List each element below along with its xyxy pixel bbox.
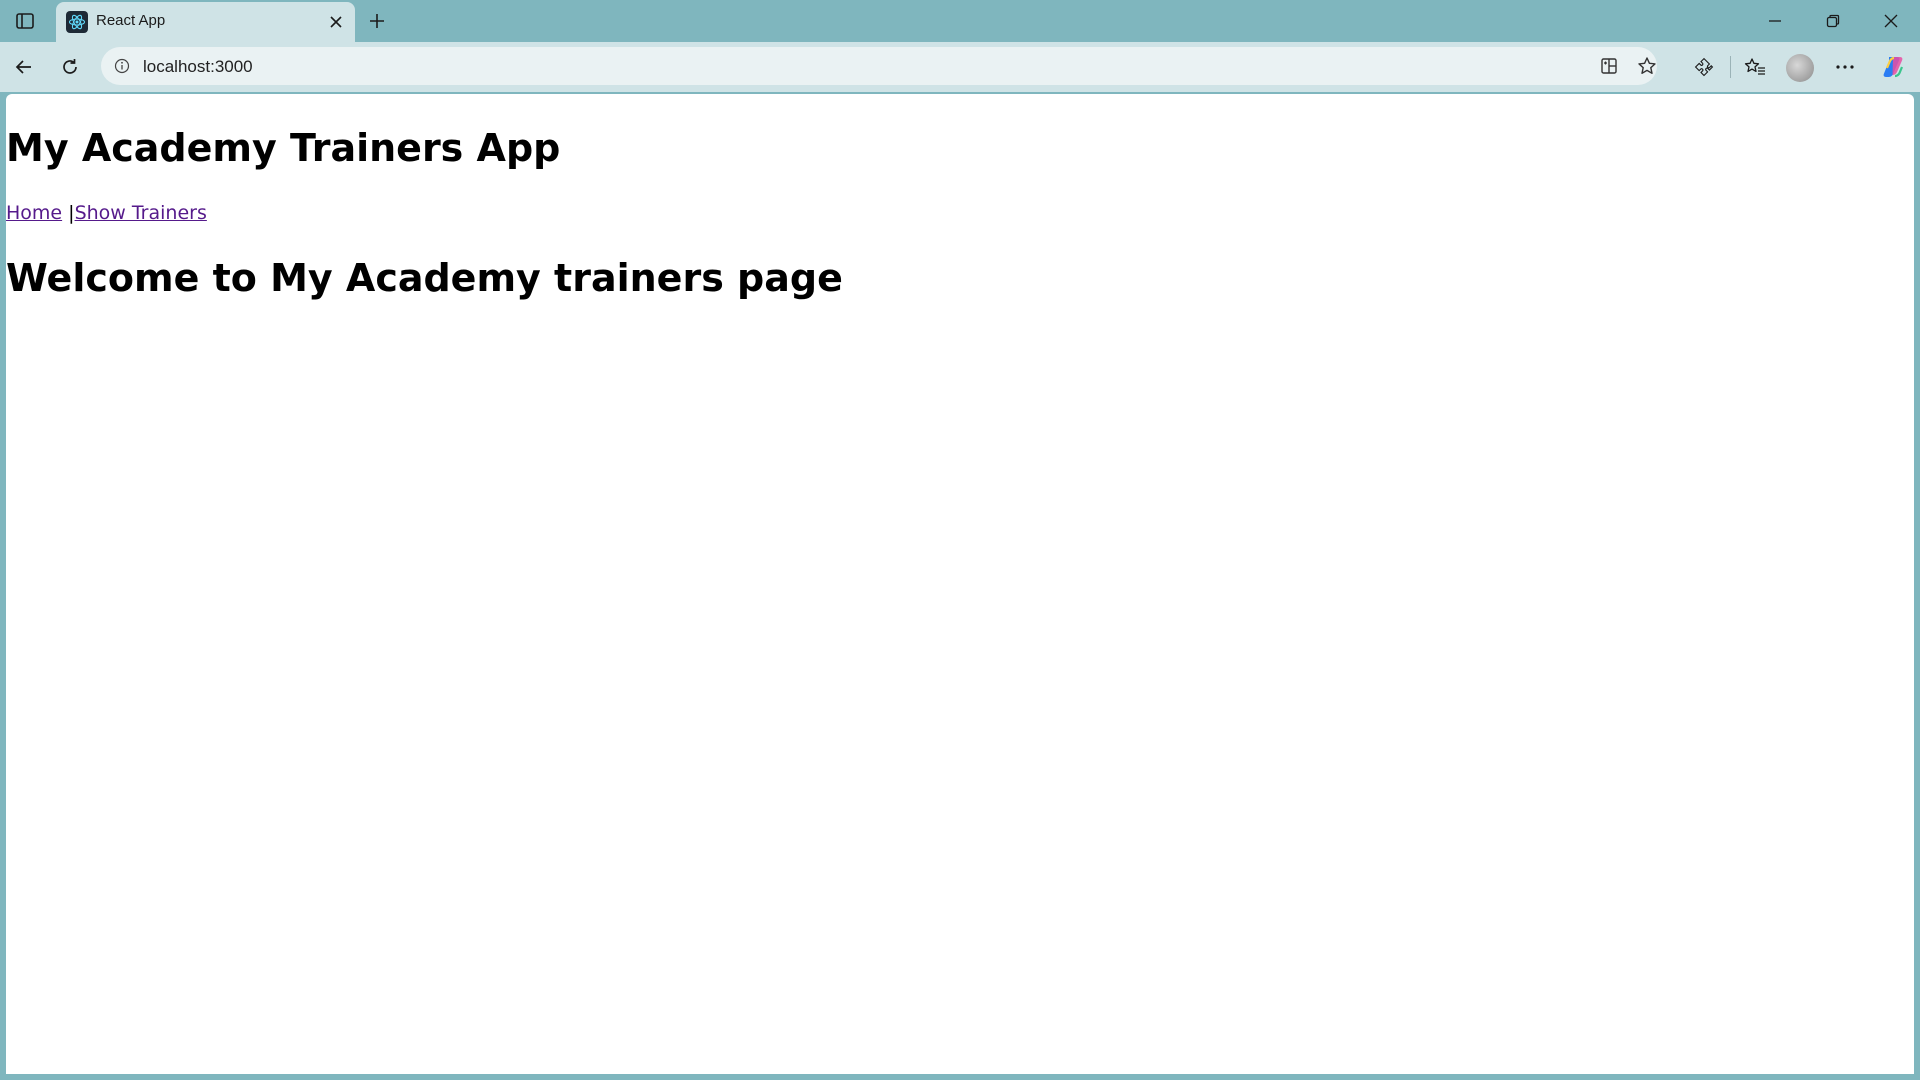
toolbar-divider — [1730, 56, 1731, 78]
address-bar[interactable]: localhost:3000 — [101, 47, 1657, 85]
restore-icon[interactable] — [1804, 0, 1862, 42]
avatar[interactable] — [1786, 54, 1814, 82]
minimize-icon[interactable] — [1746, 0, 1804, 42]
welcome-heading: Welcome to My Academy trainers page — [6, 256, 843, 300]
back-arrow-icon[interactable] — [8, 51, 40, 83]
reload-icon[interactable] — [54, 51, 86, 83]
show-trainers-link[interactable]: Show Trainers — [75, 202, 207, 224]
plus-icon[interactable] — [362, 6, 392, 36]
browser-tab[interactable]: React App — [56, 2, 355, 42]
page-title: My Academy Trainers App — [6, 126, 561, 170]
sidebar-icon[interactable] — [10, 8, 40, 34]
favorites-icon[interactable] — [1739, 51, 1771, 83]
react-logo-icon — [66, 11, 88, 33]
browser-toolbar: localhost:3000 — [0, 42, 1920, 92]
puzzle-icon[interactable] — [1688, 51, 1720, 83]
page-nav: Home |Show Trainers — [6, 202, 207, 224]
home-link[interactable]: Home — [6, 202, 62, 224]
tab-title: React App — [96, 12, 166, 29]
copilot-icon[interactable] — [1877, 51, 1909, 83]
close-icon[interactable] — [325, 11, 347, 33]
tab-strip: React App — [0, 0, 1920, 42]
close-window-icon[interactable] — [1862, 0, 1920, 42]
more-icon[interactable] — [1829, 51, 1861, 83]
url-text[interactable]: localhost:3000 — [143, 57, 253, 77]
info-icon[interactable] — [113, 57, 131, 75]
page-viewport: My Academy Trainers App Home |Show Train… — [6, 94, 1914, 1074]
app-available-icon[interactable] — [1595, 52, 1623, 80]
star-icon[interactable] — [1633, 52, 1661, 80]
